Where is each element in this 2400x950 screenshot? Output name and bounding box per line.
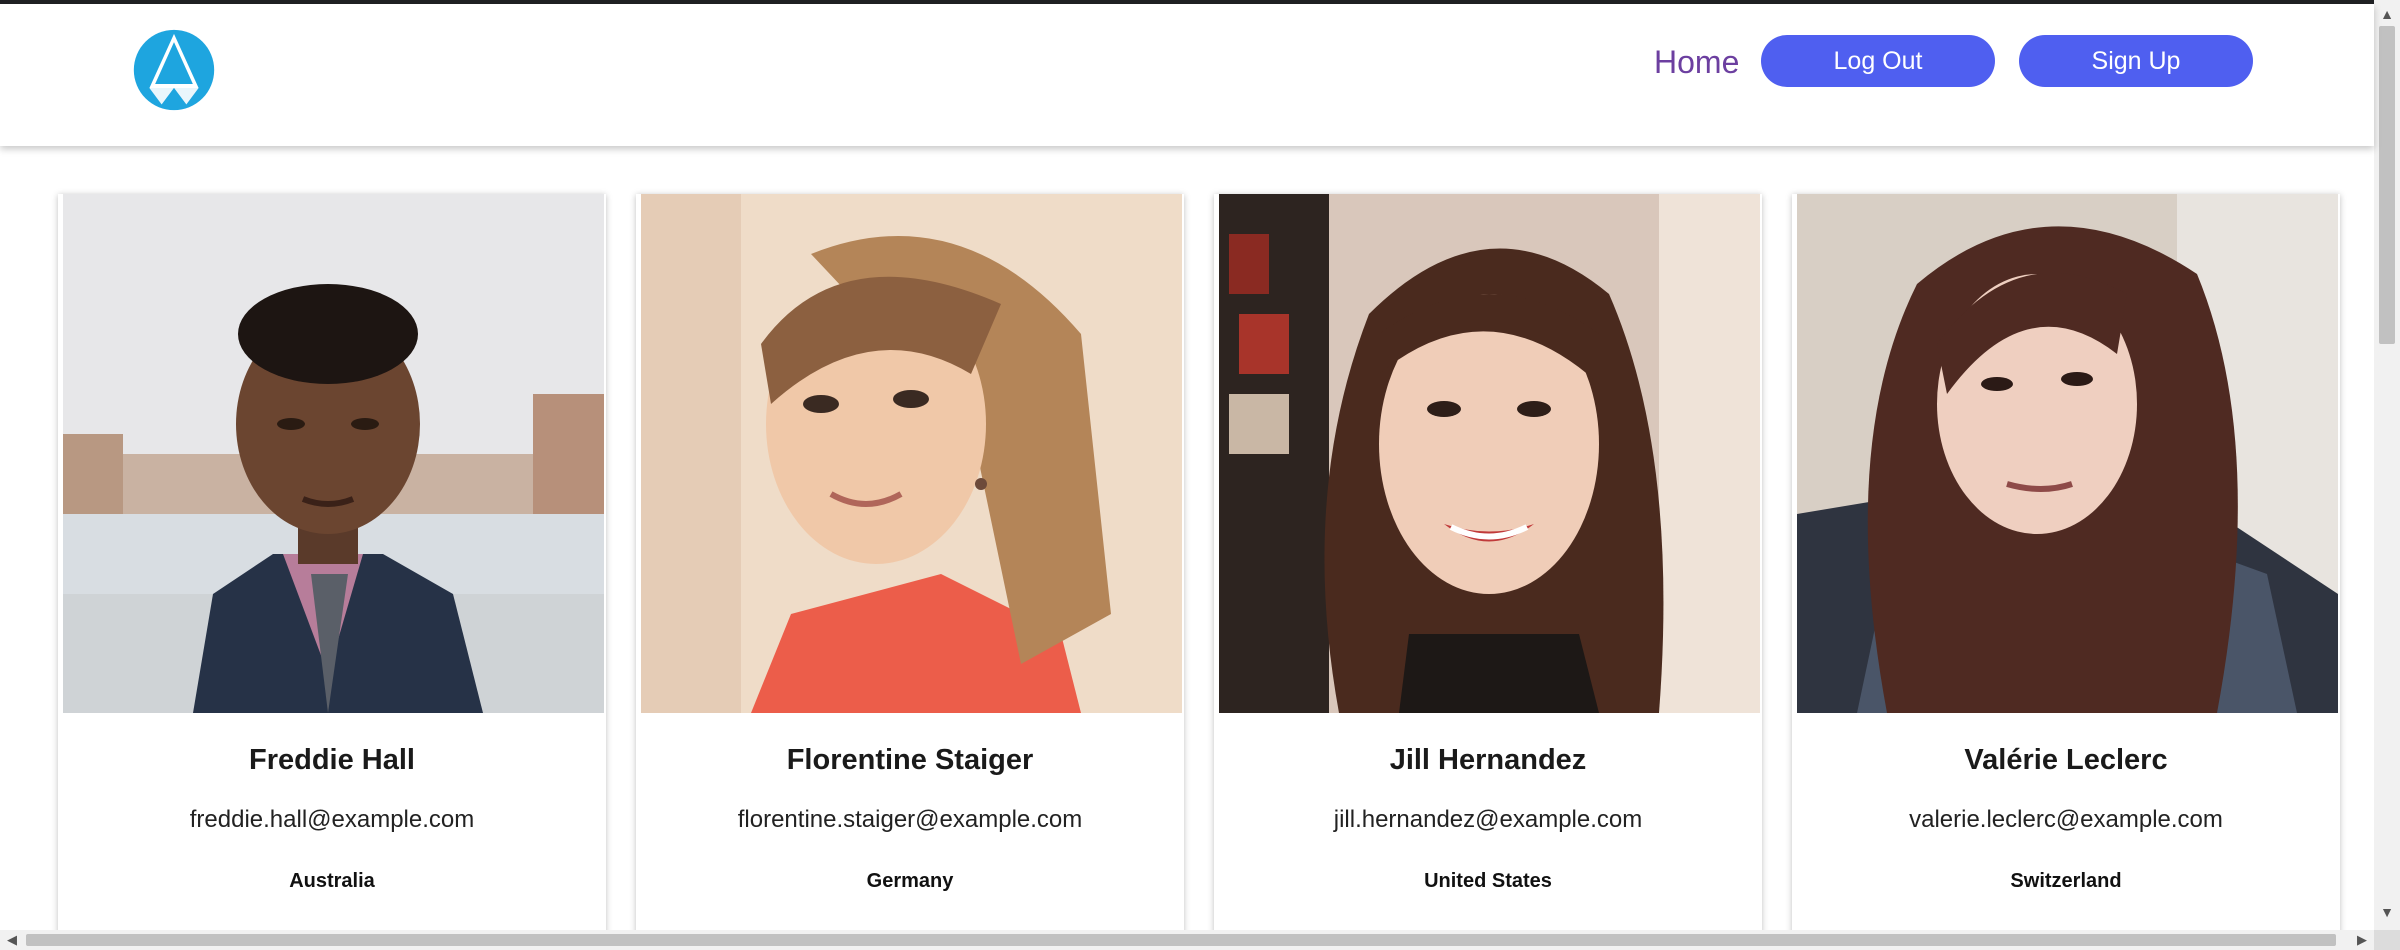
horizontal-scroll-thumb[interactable] (26, 934, 2336, 946)
user-card[interactable]: Valérie Leclerc valerie.leclerc@example.… (1792, 194, 2340, 950)
user-country: Germany (866, 870, 954, 892)
nav-home-link[interactable]: Home (1654, 42, 1739, 82)
user-photo (641, 194, 1182, 713)
user-country: Switzerland (2010, 870, 2122, 892)
user-country: United States (1424, 870, 1552, 892)
aperture-logo-icon[interactable] (133, 29, 215, 111)
signup-button[interactable]: Sign Up (2019, 35, 2253, 87)
user-email: valerie.leclerc@example.com (1909, 806, 2223, 833)
user-name: Florentine Staiger (786, 744, 1034, 776)
browser-viewport: Home Log Out Sign Up Freddie Hall freddi… (0, 0, 2400, 950)
user-name: Freddie Hall (249, 744, 415, 776)
user-email: florentine.staiger@example.com (737, 806, 1083, 833)
scrollbar-corner (2374, 930, 2400, 950)
logout-button[interactable]: Log Out (1761, 35, 1995, 87)
user-country: Australia (289, 870, 375, 892)
user-card-grid: Freddie Hall freddie.hall@example.com Au… (0, 146, 2374, 950)
user-card[interactable]: Florentine Staiger florentine.staiger@ex… (636, 194, 1184, 950)
user-card[interactable]: Jill Hernandez jill.hernandez@example.co… (1214, 194, 1762, 950)
user-name: Valérie Leclerc (1964, 744, 2168, 776)
user-email: freddie.hall@example.com (189, 806, 475, 833)
user-photo (1219, 194, 1760, 713)
user-card[interactable]: Freddie Hall freddie.hall@example.com Au… (58, 194, 606, 950)
scroll-left-arrow-icon[interactable]: ◀ (0, 930, 24, 950)
scroll-right-arrow-icon[interactable]: ▶ (2350, 930, 2374, 950)
vertical-scroll-thumb[interactable] (2379, 26, 2395, 344)
user-photo (1797, 194, 2338, 713)
user-name: Jill Hernandez (1389, 744, 1587, 776)
vertical-scrollbar[interactable]: ▲ ▼ (2374, 0, 2400, 930)
scroll-down-arrow-icon[interactable]: ▼ (2374, 902, 2400, 922)
user-email: jill.hernandez@example.com (1333, 806, 1643, 833)
site-header: Home Log Out Sign Up (0, 4, 2374, 146)
user-photo (63, 194, 604, 713)
horizontal-scrollbar[interactable]: ◀ ▶ (0, 930, 2374, 950)
scroll-up-arrow-icon[interactable]: ▲ (2374, 4, 2400, 24)
